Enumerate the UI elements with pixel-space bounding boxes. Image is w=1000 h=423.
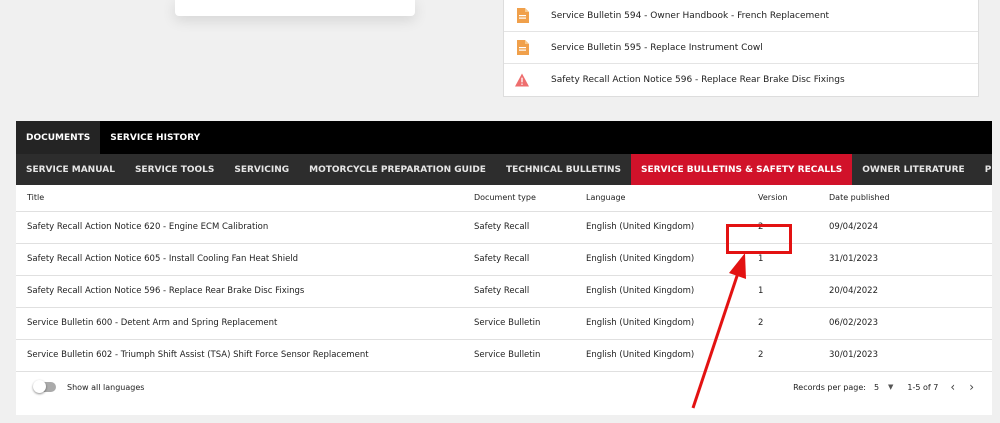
toggle-knob bbox=[33, 380, 46, 393]
recent-document-item[interactable]: Service Bulletin 595 - Replace Instrumen… bbox=[504, 32, 978, 64]
recent-document-item[interactable]: Safety Recall Action Notice 596 - Replac… bbox=[504, 64, 978, 96]
toggle-label: Show all languages bbox=[67, 382, 145, 392]
tab-periodic-technical-inspection[interactable]: PERIODIC TECHNICAL INSPECTION bbox=[975, 154, 992, 185]
cell-document-type: Safety Recall bbox=[474, 243, 586, 276]
records-per-page-label: Records per page: bbox=[793, 382, 866, 392]
cell-document-type: Service Bulletin bbox=[474, 339, 586, 372]
tab-technical-bulletins[interactable]: TECHNICAL BULLETINS bbox=[496, 154, 631, 185]
page-range: 1-5 of 7 bbox=[907, 382, 939, 392]
tab-owner-literature[interactable]: OWNER LITERATURE bbox=[852, 154, 974, 185]
records-per-page-select[interactable]: 5 ▼ bbox=[874, 383, 893, 392]
cell-document-type: Safety Recall bbox=[474, 211, 586, 244]
column-header-document-type[interactable]: Document type bbox=[474, 185, 586, 212]
table-header-row: Title Document type Language Version Dat… bbox=[16, 185, 992, 212]
tab-service-tools[interactable]: SERVICE TOOLS bbox=[125, 154, 224, 185]
column-header-title[interactable]: Title bbox=[16, 185, 474, 212]
documents-table: Title Document type Language Version Dat… bbox=[16, 185, 992, 372]
column-header-date-published[interactable]: Date published bbox=[829, 185, 992, 212]
column-header-language[interactable]: Language bbox=[586, 185, 758, 212]
table-row[interactable]: Service Bulletin 600 - Detent Arm and Sp… bbox=[16, 307, 992, 340]
cell-title: Safety Recall Action Notice 605 - Instal… bbox=[16, 243, 474, 276]
recent-document-title: Safety Recall Action Notice 596 - Replac… bbox=[551, 75, 845, 85]
show-all-languages-toggle[interactable] bbox=[33, 380, 56, 393]
cell-title: Service Bulletin 602 - Triumph Shift Ass… bbox=[16, 339, 474, 372]
next-page-button[interactable]: › bbox=[969, 380, 974, 394]
records-per-page-value: 5 bbox=[873, 382, 880, 392]
cell-language: English (United Kingdom) bbox=[586, 339, 758, 372]
recent-document-title: Service Bulletin 595 - Replace Instrumen… bbox=[551, 42, 763, 53]
tab-documents[interactable]: DOCUMENTS bbox=[16, 121, 101, 154]
cell-language: English (United Kingdom) bbox=[586, 307, 758, 340]
table-footer: Show all languages Records per page: 5 ▼… bbox=[16, 372, 992, 403]
document-icon bbox=[515, 40, 529, 55]
documents-panel: DOCUMENTS SERVICE HISTORY SERVICE MANUAL… bbox=[16, 121, 992, 415]
category-tabs: SERVICE MANUAL SERVICE TOOLS SERVICING M… bbox=[16, 154, 992, 185]
cell-document-type: Safety Recall bbox=[474, 275, 586, 308]
cell-title: Safety Recall Action Notice 620 - Engine… bbox=[16, 211, 474, 244]
cell-title: Safety Recall Action Notice 596 - Replac… bbox=[16, 275, 474, 308]
recent-document-title: Service Bulletin 594 - Owner Handbook - … bbox=[551, 10, 830, 21]
cell-title: Service Bulletin 600 - Detent Arm and Sp… bbox=[16, 307, 474, 340]
column-header-version[interactable]: Version bbox=[758, 185, 829, 212]
tab-service-manual[interactable]: SERVICE MANUAL bbox=[16, 154, 125, 185]
table-row[interactable]: Safety Recall Action Notice 596 - Replac… bbox=[16, 275, 992, 308]
tab-motorcycle-preparation-guide[interactable]: MOTORCYCLE PREPARATION GUIDE bbox=[299, 154, 496, 185]
table-row[interactable]: Safety Recall Action Notice 605 - Instal… bbox=[16, 243, 992, 276]
annotation-highlight-box bbox=[726, 224, 792, 254]
cell-version: 1 bbox=[758, 275, 829, 308]
tab-servicing[interactable]: SERVICING bbox=[224, 154, 299, 185]
cell-version: 2 bbox=[758, 307, 829, 340]
caret-down-icon: ▼ bbox=[888, 383, 894, 391]
recent-documents-area: Service Bulletin 594 - Owner Handbook - … bbox=[0, 0, 1000, 120]
pagination: Records per page: 5 ▼ 1-5 of 7 ‹ › bbox=[793, 380, 992, 394]
tab-service-history[interactable]: SERVICE HISTORY bbox=[100, 121, 210, 154]
cell-date-published: 20/04/2022 bbox=[829, 275, 992, 308]
faded-panel bbox=[175, 0, 415, 16]
cell-date-published: 30/01/2023 bbox=[829, 339, 992, 372]
table-row[interactable]: Service Bulletin 602 - Triumph Shift Ass… bbox=[16, 339, 992, 372]
document-icon bbox=[515, 8, 529, 23]
cell-version: 2 bbox=[758, 339, 829, 372]
cell-date-published: 09/04/2024 bbox=[829, 211, 992, 244]
cell-language: English (United Kingdom) bbox=[586, 275, 758, 308]
recent-document-list: Service Bulletin 594 - Owner Handbook - … bbox=[503, 0, 979, 97]
table-row[interactable]: Safety Recall Action Notice 620 - Engine… bbox=[16, 211, 992, 244]
primary-tabs: DOCUMENTS SERVICE HISTORY bbox=[16, 121, 992, 154]
cell-date-published: 06/02/2023 bbox=[829, 307, 992, 340]
tab-service-bulletins-safety-recalls[interactable]: SERVICE BULLETINS & SAFETY RECALLS bbox=[630, 154, 853, 185]
previous-page-button[interactable]: ‹ bbox=[950, 380, 955, 394]
cell-document-type: Service Bulletin bbox=[474, 307, 586, 340]
warning-icon bbox=[515, 73, 529, 88]
recent-document-item[interactable]: Service Bulletin 594 - Owner Handbook - … bbox=[504, 0, 978, 32]
cell-date-published: 31/01/2023 bbox=[829, 243, 992, 276]
